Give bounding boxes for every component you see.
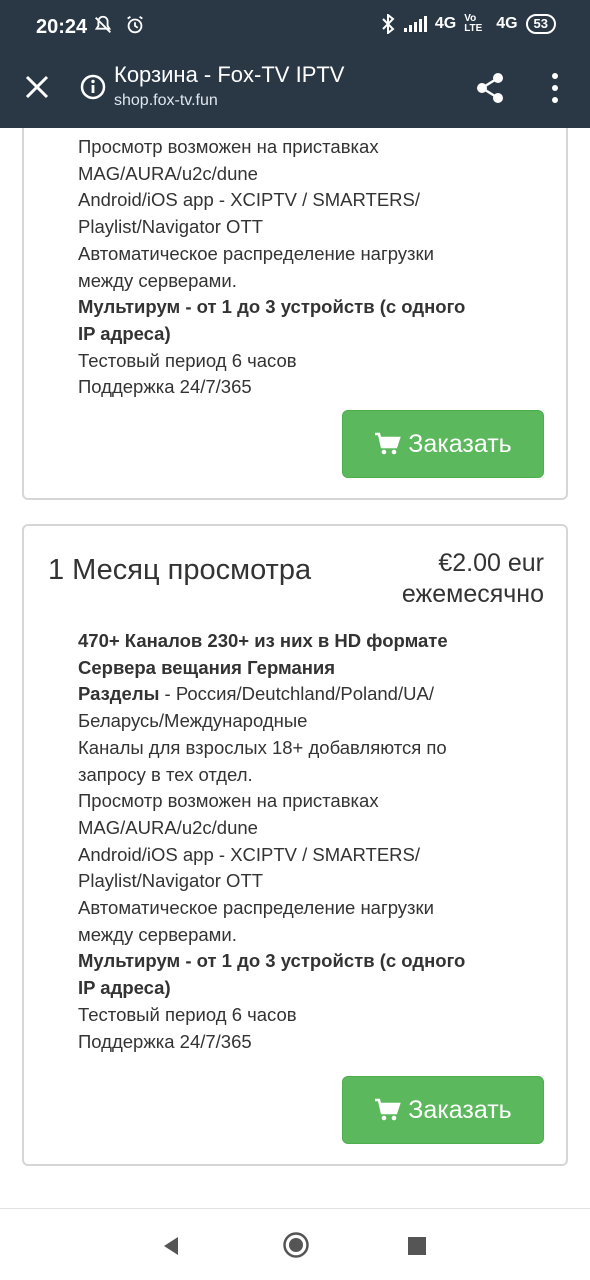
recent-apps-icon[interactable] xyxy=(408,1237,426,1255)
price-amount: €2.00 eur xyxy=(438,549,544,577)
order-button[interactable]: Заказать xyxy=(342,410,544,478)
plan-name: 1 Месяц просмотра xyxy=(48,554,312,586)
feature-line: Просмотр возможен на приставках xyxy=(78,790,379,812)
feature-line: Каналы для взрослых 18+ добавляются по xyxy=(78,736,447,758)
status-bar: 20:24 4G Vo LTE 4G 53 xyxy=(0,0,590,56)
feature-line: Поддержка 24/7/365 xyxy=(78,376,252,398)
status-time: 20:24 xyxy=(36,16,88,38)
feature-line: Playlist/Navigator OTT xyxy=(78,216,264,238)
more-options-icon[interactable] xyxy=(548,70,562,106)
bluetooth-icon xyxy=(382,14,395,34)
plan-features: Просмотр возможен на приставках MAG/AURA… xyxy=(78,134,465,401)
system-nav-bar xyxy=(0,1208,590,1280)
network-type-2: 4G xyxy=(496,15,518,32)
feature-line: Android/iOS app - XCIPTV / SMARTERS/ xyxy=(78,189,421,211)
feature-line: IP адреса) xyxy=(78,977,171,999)
feature-line: между серверами. xyxy=(78,923,237,945)
order-button-label: Заказать xyxy=(408,1095,512,1124)
volte-label: Vo LTE xyxy=(464,13,483,34)
plan-price: €2.00 eur ежемесячно xyxy=(402,548,544,610)
close-icon[interactable] xyxy=(22,72,52,102)
feature-line: Android/iOS app - XCIPTV / SMARTERS/ xyxy=(78,843,421,865)
feature-line: Мультирум - от 1 до 3 устройств (с одног… xyxy=(78,950,466,972)
feature-line: Беларусь/Международные xyxy=(78,710,308,732)
feature-line: Сервера вещания Германия xyxy=(78,656,336,678)
feature-line: Автоматическое распределение нагрузки xyxy=(78,897,434,919)
price-period: ежемесячно xyxy=(401,580,544,608)
feature-line: 470+ Каналов 230+ из них в HD формате xyxy=(78,630,448,651)
order-button-label: Заказать xyxy=(408,429,512,458)
feature-line: Playlist/Navigator OTT xyxy=(78,870,264,892)
feature-line: MAG/AURA/u2c/dune xyxy=(78,162,258,184)
feature-line: Автоматическое распределение нагрузки xyxy=(78,242,434,264)
feature-line: запросу в тех отдел. xyxy=(78,763,253,785)
plan-header: 1 Месяц просмотра €2.00 eur ежемесячно xyxy=(24,526,566,622)
back-icon[interactable] xyxy=(160,1235,182,1257)
feature-line: Мультирум - от 1 до 3 устройств (с одног… xyxy=(78,296,466,318)
network-type-1: 4G xyxy=(434,15,457,32)
alarm-icon xyxy=(127,15,143,34)
feature-line: Тестовый период 6 часов xyxy=(78,349,297,371)
feature-line: Разделы - Россия/Deutchland/Poland/UA/ xyxy=(78,681,465,708)
notifications-off-icon xyxy=(94,15,112,33)
feature-line: IP адреса) xyxy=(78,322,171,344)
sections-label: Разделы xyxy=(78,683,160,705)
share-icon[interactable] xyxy=(472,70,508,106)
feature-line: Просмотр возможен на приставках xyxy=(78,136,379,157)
feature-line: MAG/AURA/u2c/dune xyxy=(78,816,258,838)
cart-icon xyxy=(375,432,402,455)
plan-card: 1 Месяц просмотра €2.00 eur ежемесячно 4… xyxy=(22,524,568,1166)
site-info-icon[interactable] xyxy=(80,74,106,100)
battery-indicator: 53 xyxy=(525,14,556,34)
feature-line: Тестовый период 6 часов xyxy=(78,1003,297,1025)
sections-value: - Россия/Deutchland/Poland/UA/ xyxy=(159,683,434,705)
plan-card: Просмотр возможен на приставках MAG/AURA… xyxy=(22,128,568,500)
page-title: Корзина - Fox-TV IPTV xyxy=(114,62,345,87)
home-icon[interactable] xyxy=(282,1231,310,1259)
order-button[interactable]: Заказать xyxy=(342,1076,544,1144)
custom-tab-toolbar: Корзина - Fox-TV IPTV shop.fox-tv.fun xyxy=(0,56,590,128)
feature-line: между серверами. xyxy=(78,269,237,291)
feature-line: Поддержка 24/7/365 xyxy=(78,1030,252,1052)
page-content: Просмотр возможен на приставках MAG/AURA… xyxy=(0,128,590,1208)
page-url: shop.fox-tv.fun xyxy=(114,92,218,109)
signal-strength-icon xyxy=(403,16,427,32)
plan-features: 470+ Каналов 230+ из них в HD формате Се… xyxy=(78,628,465,1055)
cart-icon xyxy=(375,1098,402,1121)
